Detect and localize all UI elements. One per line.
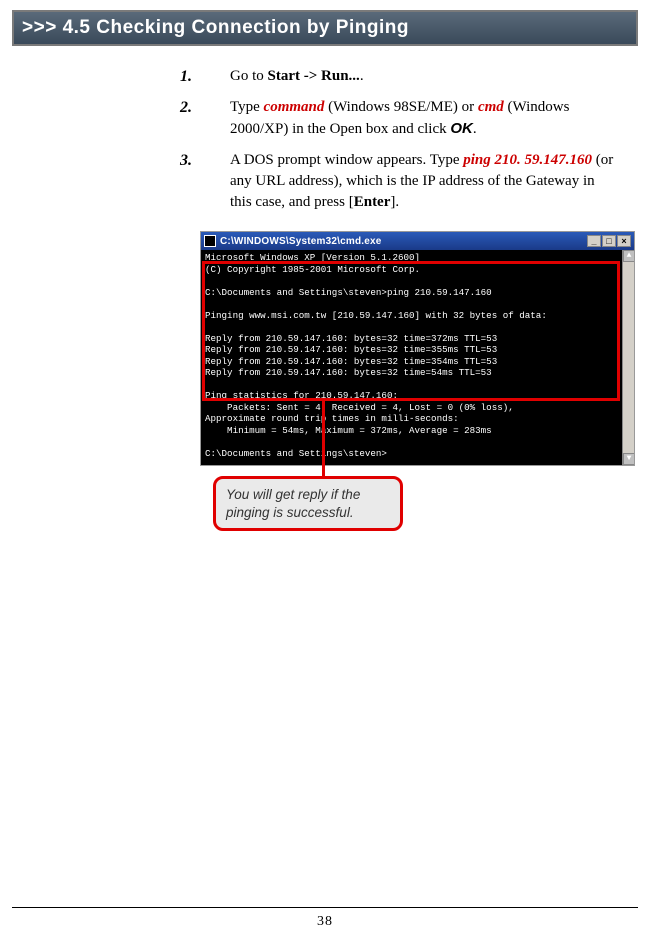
step-text-part: command: [264, 99, 325, 115]
cmd-window: C:\WINDOWS\System32\cmd.exe _ □ × Micros…: [200, 231, 635, 466]
scroll-up-arrow[interactable]: ▲: [623, 250, 634, 262]
step-item: 2.Type command (Windows 98SE/ME) or cmd …: [180, 97, 620, 140]
step-text-part: OK: [450, 120, 473, 137]
cmd-titlebar: C:\WINDOWS\System32\cmd.exe _ □ ×: [201, 232, 634, 250]
step-text-part: A DOS prompt window appears. Type: [230, 152, 463, 168]
instruction-content: 1. Go to Start -> Run.... 2. Type command (…: [180, 66, 620, 213]
cmd-body: Microsoft Windows XP [Version 5.1.2600] …: [201, 250, 634, 465]
cmd-output: Microsoft Windows XP [Version 5.1.2600] …: [205, 252, 547, 459]
cmd-screenshot-wrap: C:\WINDOWS\System32\cmd.exe _ □ × Micros…: [200, 231, 635, 466]
step-number: 3.: [180, 150, 220, 172]
scroll-down-arrow[interactable]: ▼: [623, 453, 634, 465]
callout-connector-line: [322, 401, 325, 479]
step-item: 3. A DOS prompt window appears. Type ping…: [180, 150, 620, 213]
step-number: 2.: [180, 97, 220, 119]
window-buttons: _ □ ×: [587, 235, 631, 247]
section-header: >>> 4.5 Checking Connection by Pinging: [12, 10, 638, 46]
step-text-part: Go to: [230, 68, 268, 84]
step-item: 1. Go to Start -> Run....: [180, 66, 620, 87]
footer-rule: [12, 907, 638, 908]
step-text-part: cmd: [478, 99, 504, 115]
cmd-title-text: C:\WINDOWS\System32\cmd.exe: [220, 236, 587, 247]
minimize-button[interactable]: _: [587, 235, 601, 247]
step-text-part: Type: [230, 99, 264, 115]
step-text-part: .: [473, 121, 477, 137]
step-text-part: ping 210. 59.147.160: [463, 152, 592, 168]
steps-list: 1. Go to Start -> Run.... 2. Type command (…: [180, 66, 620, 213]
callout-box: You will get reply if the pinging is suc…: [213, 476, 403, 531]
step-text-part: Start -> Run...: [268, 68, 360, 84]
step-text-part: ].: [390, 194, 399, 210]
step-number: 1.: [180, 66, 220, 88]
close-button[interactable]: ×: [617, 235, 631, 247]
cmd-title-icon: [204, 235, 216, 247]
step-text-part: Enter: [354, 194, 391, 210]
step-text-part: .: [360, 68, 364, 84]
page-number: 38: [0, 914, 650, 930]
maximize-button[interactable]: □: [602, 235, 616, 247]
step-text-part: (Windows 98SE/ME) or: [324, 99, 478, 115]
scrollbar[interactable]: ▲▼: [622, 250, 634, 465]
